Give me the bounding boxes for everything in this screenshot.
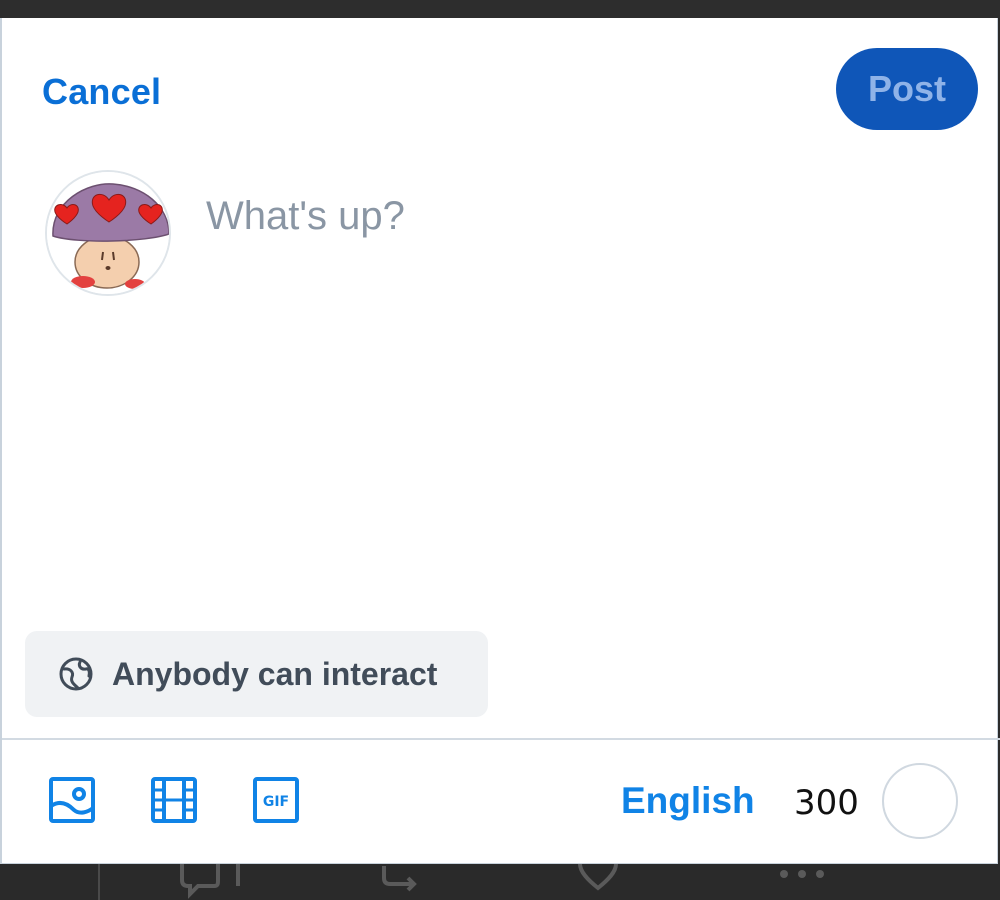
post-button[interactable]: Post <box>836 48 978 130</box>
image-icon <box>49 777 95 823</box>
add-gif-button[interactable]: GIF <box>252 776 300 824</box>
post-composer-dialog: Cancel Post Anybody <box>0 18 1000 864</box>
repost-icon <box>382 866 417 892</box>
gif-icon: GIF <box>253 777 299 823</box>
avatar[interactable] <box>45 170 171 296</box>
svg-text:GIF: GIF <box>263 794 289 810</box>
video-icon <box>151 777 197 823</box>
interaction-settings-label: Anybody can interact <box>112 655 438 692</box>
cancel-button[interactable]: Cancel <box>42 71 161 113</box>
more-options-icon <box>780 870 824 878</box>
mushroom-avatar-icon <box>47 172 169 294</box>
toolbar-divider <box>2 738 1000 740</box>
interaction-settings-button[interactable]: Anybody can interact <box>25 631 488 717</box>
background-divider <box>98 864 100 900</box>
character-progress-ring <box>882 763 958 839</box>
globe-icon <box>58 656 94 692</box>
like-icon <box>578 864 618 891</box>
post-text-input[interactable] <box>206 186 966 246</box>
reply-icon <box>180 864 240 899</box>
add-image-button[interactable] <box>48 776 96 824</box>
background-strip-top <box>0 0 1000 18</box>
character-count: 300 <box>794 783 859 823</box>
language-selector[interactable]: English <box>621 780 755 822</box>
add-video-button[interactable] <box>150 776 198 824</box>
background-feed-actions <box>0 864 1000 900</box>
